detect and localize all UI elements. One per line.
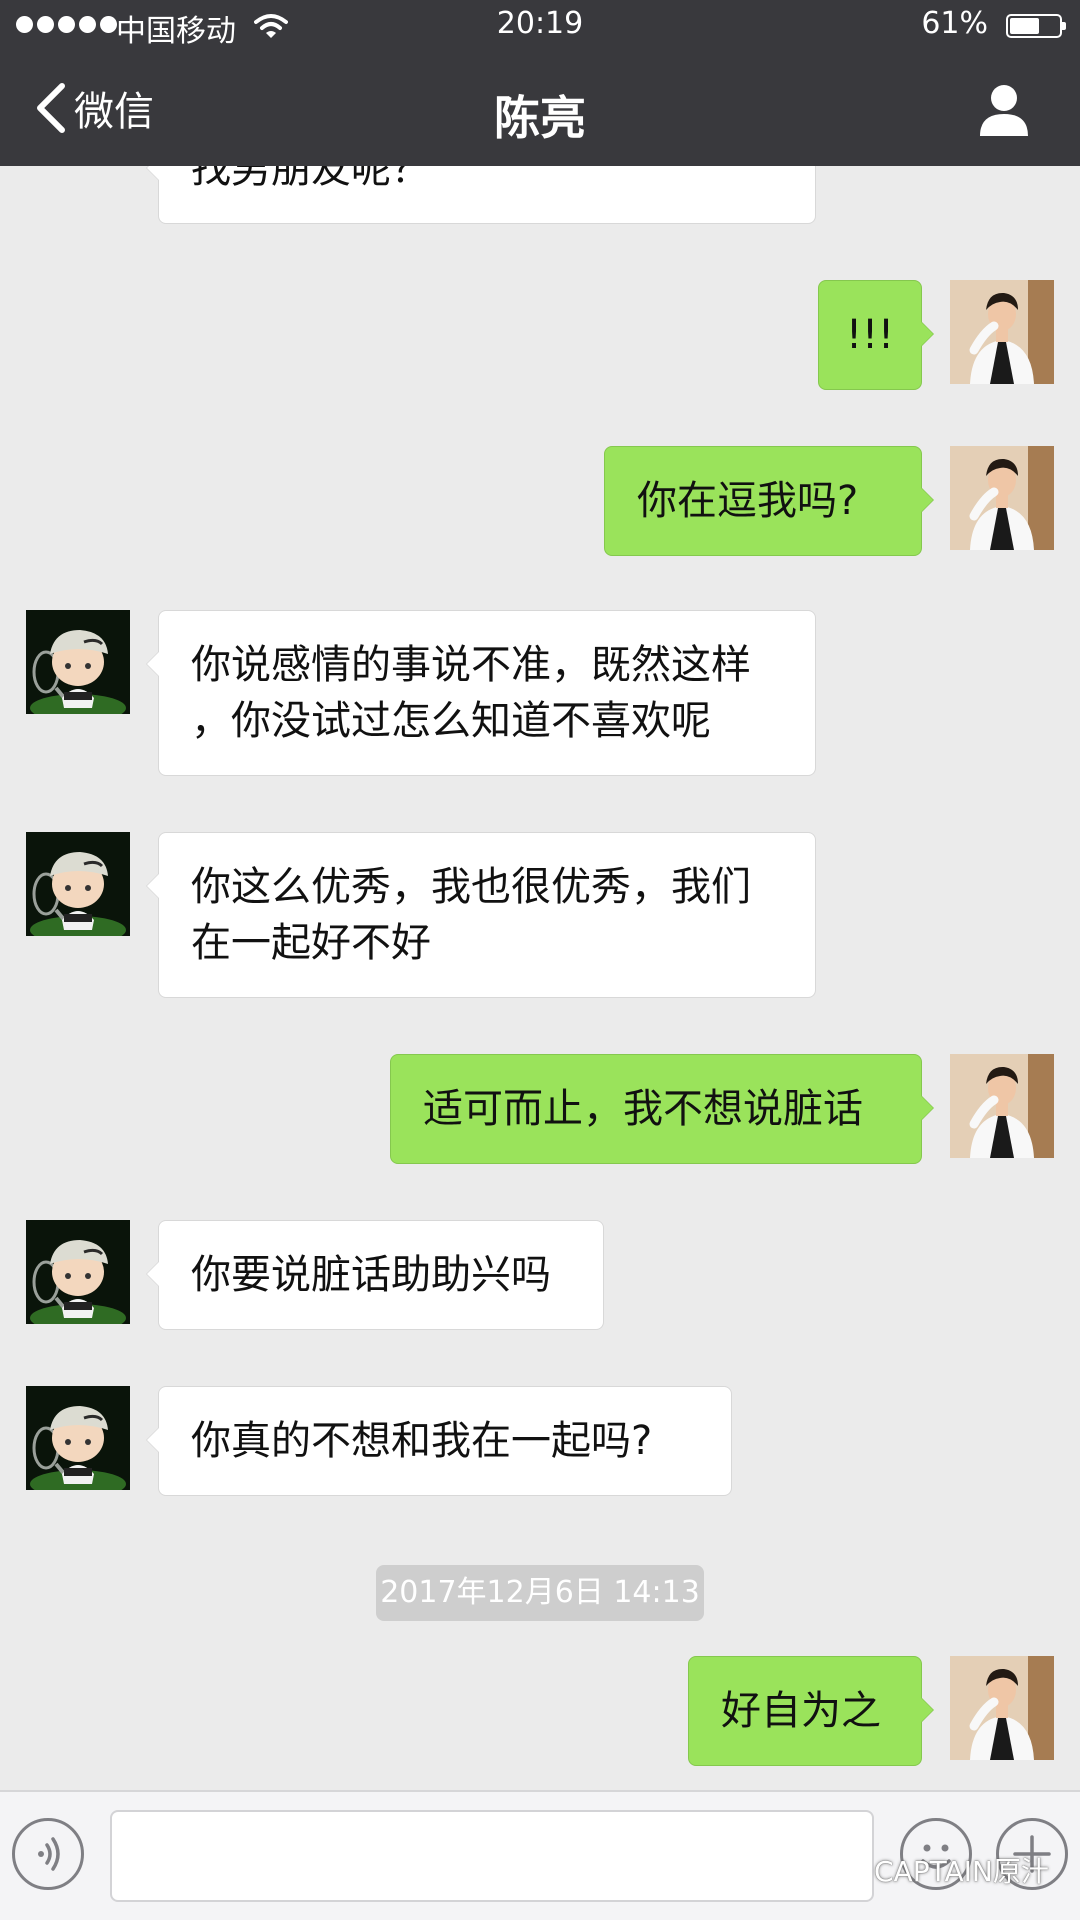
status-bar: 中国移动 20:19 61% [0,0,1080,52]
message-bubble-outgoing[interactable]: 你在逗我吗? [604,446,934,556]
status-time: 20:19 [496,6,584,41]
battery-icon [1006,14,1066,38]
chevron-left-icon [37,83,65,133]
wechat-logo-icon [828,1854,867,1885]
timestamp-divider: 2017年12月6日 14:13 [376,1565,704,1621]
contact-avatar[interactable] [26,1386,130,1490]
message-bubble-outgoing[interactable]: 好自为之 [688,1656,934,1766]
message-bubble-outgoing[interactable]: !!! [818,280,934,390]
back-label: 微信 [74,89,154,135]
message-bubble-incoming[interactable]: 你真的不想和我在一起吗? [146,1386,732,1496]
self-avatar[interactable] [950,1656,1054,1760]
self-avatar[interactable] [950,446,1054,550]
self-avatar[interactable] [950,1054,1054,1158]
message-bubble-incoming[interactable]: 你要说脏话助助兴吗 [146,1220,604,1330]
message-bubble-incoming[interactable]: 你这么优秀，我也很优秀，我们 在一起好不好 [146,832,816,998]
chat-message-list[interactable]: 找男朋友呢？ !!! 你在逗我吗? 你说感情的事说不准，既然这样 ，你没试过怎么… [0,166,1080,1790]
navigation-bar: 微信 陈亮 [0,52,1080,166]
message-bubble-incoming[interactable]: 你说感情的事说不准，既然这样 ，你没试过怎么知道不喜欢呢 [146,610,816,776]
message-input[interactable] [110,1810,874,1902]
person-icon[interactable] [974,80,1034,140]
top-bar: 中国移动 20:19 61% 微信 陈亮 [0,0,1080,166]
voice-button[interactable] [12,1818,84,1890]
chat-title: 陈亮 [494,91,586,145]
message-bubble-outgoing[interactable]: 适可而止，我不想说脏话 [390,1054,934,1164]
back-button[interactable]: 微信 [32,78,154,138]
message-bubble-incoming[interactable]: 找男朋友呢？ [146,166,816,224]
watermark: CAPTAIN原汁 [828,1848,1078,1892]
battery-level [1010,18,1040,34]
self-avatar[interactable] [950,280,1054,384]
voice-icon [38,1837,60,1871]
battery-percent: 61% [921,6,988,41]
contact-avatar[interactable] [26,832,130,936]
watermark-text: CAPTAIN原汁 [874,1855,1049,1888]
contact-avatar[interactable] [26,610,130,714]
contact-avatar[interactable] [26,1220,130,1324]
